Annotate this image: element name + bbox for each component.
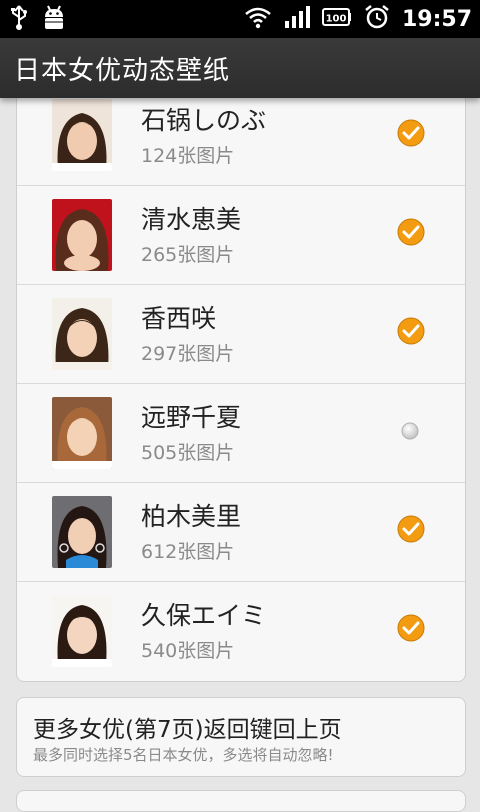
portrait-image bbox=[52, 595, 112, 667]
list-item[interactable]: 久保エイミ 540张图片 bbox=[17, 582, 465, 680]
avatar bbox=[52, 397, 112, 469]
item-name: 久保エイミ bbox=[141, 601, 267, 630]
checked-icon[interactable] bbox=[397, 614, 425, 642]
next-card-edge bbox=[16, 790, 466, 812]
item-name: 柏木美里 bbox=[141, 502, 242, 531]
avatar bbox=[52, 496, 112, 568]
item-count: 124张图片 bbox=[141, 145, 235, 167]
status-left-icons bbox=[10, 5, 66, 35]
selection-limit-note: 最多同时选择5名日本女优，多选将自动忽略! bbox=[33, 746, 334, 764]
avatar bbox=[52, 298, 112, 370]
checked-icon[interactable] bbox=[397, 218, 425, 246]
item-name: 香西咲 bbox=[141, 304, 217, 333]
checked-icon[interactable] bbox=[397, 119, 425, 147]
avatar bbox=[52, 199, 112, 271]
portrait-image bbox=[52, 199, 112, 271]
portrait-image bbox=[52, 298, 112, 370]
usb-icon bbox=[10, 5, 28, 35]
item-name: 清水恵美 bbox=[141, 205, 242, 234]
status-bar: 100 19:57 bbox=[0, 0, 480, 38]
list-item[interactable]: 柏木美里 612张图片 bbox=[17, 483, 465, 582]
avatar bbox=[52, 99, 112, 171]
list-item[interactable]: 石锅しのぶ 124张图片 bbox=[17, 87, 465, 186]
app-title: 日本女优动态壁纸 bbox=[14, 55, 231, 86]
portrait-image bbox=[52, 496, 112, 568]
battery-icon: 100 bbox=[321, 7, 352, 31]
list-item[interactable]: 清水恵美 265张图片 bbox=[17, 186, 465, 285]
item-count: 612张图片 bbox=[141, 541, 235, 563]
item-count: 265张图片 bbox=[141, 244, 235, 266]
more-actresses-title: 更多女优(第7页)返回键回上页 bbox=[33, 717, 342, 743]
list-item[interactable]: 香西咲 297张图片 bbox=[17, 285, 465, 384]
checked-icon[interactable] bbox=[397, 515, 425, 543]
item-name: 石锅しのぶ bbox=[141, 106, 267, 135]
actress-list[interactable]: 石锅しのぶ 124张图片 清水恵美 265张图片 香西咲 297张图片 远野千夏… bbox=[16, 86, 466, 682]
app-title-bar: 日本女优动态壁纸 bbox=[0, 38, 480, 98]
avatar bbox=[52, 595, 112, 667]
android-debug-icon bbox=[42, 5, 66, 35]
alarm-icon bbox=[364, 4, 390, 34]
item-count: 505张图片 bbox=[141, 442, 235, 464]
item-count: 540张图片 bbox=[141, 640, 235, 662]
status-right-icons: 100 19:57 bbox=[244, 4, 472, 34]
item-count: 297张图片 bbox=[141, 343, 235, 365]
status-time: 19:57 bbox=[401, 6, 472, 32]
portrait-image bbox=[52, 99, 112, 171]
wifi-icon bbox=[244, 5, 272, 33]
unchecked-icon[interactable] bbox=[401, 422, 419, 440]
portrait-image bbox=[52, 397, 112, 469]
more-actresses-button[interactable]: 更多女优(第7页)返回键回上页 最多同时选择5名日本女优，多选将自动忽略! bbox=[16, 697, 466, 777]
list-item[interactable]: 远野千夏 505张图片 bbox=[17, 384, 465, 483]
svg-text:100: 100 bbox=[326, 14, 347, 25]
checked-icon[interactable] bbox=[397, 317, 425, 345]
signal-icon bbox=[284, 5, 310, 33]
item-name: 远野千夏 bbox=[141, 403, 242, 432]
